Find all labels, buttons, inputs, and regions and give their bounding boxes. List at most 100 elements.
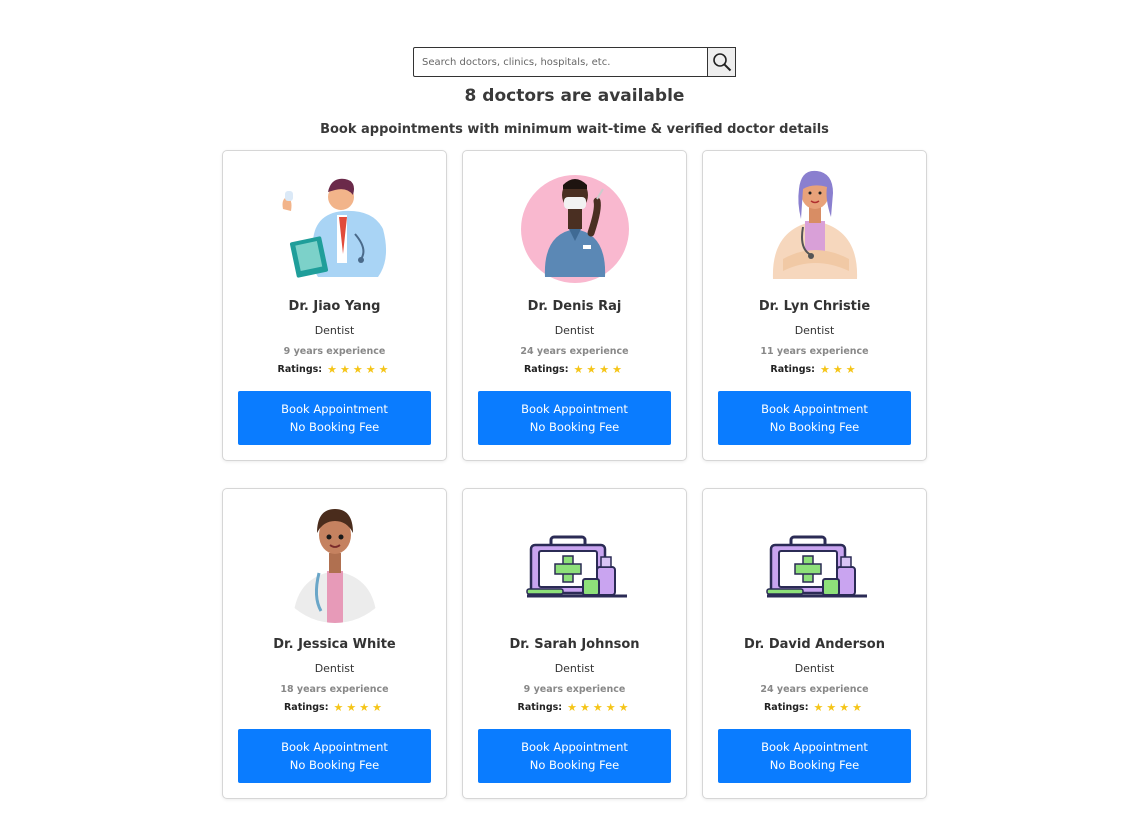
book-button-line2: No Booking Fee [289,758,380,772]
doctor-rating: Ratings: ★ ★ ★ ★ [463,364,686,375]
doctor-specialty: Dentist [314,324,355,337]
doctor-card: Dr. Lyn Christie Dentist 11 years experi… [702,150,927,461]
page: 8 doctors are available Book appointment… [0,0,1123,823]
rating-stars: ★ ★ ★ ★ ★ [327,364,391,375]
star-icon: ★ [826,701,837,714]
doctor-rating: Ratings: ★ ★ ★ ★ ★ [223,364,446,375]
star-icon: ★ [327,363,337,376]
book-appointment-button[interactable]: Book Appointment No Booking Fee [238,729,431,783]
doctor-specialty: Dentist [554,662,595,675]
doctor-illustration-icon [772,170,858,279]
doctor-avatar [513,497,638,625]
ratings-label: Ratings: [763,702,809,713]
star-icon: ★ [359,701,370,714]
book-button-line1: Book Appointment [521,740,628,754]
doctor-illustration-icon [293,509,377,623]
star-icon: ★ [346,701,357,714]
search-input[interactable] [413,47,708,77]
doctor-illustration-icon [282,178,387,278]
book-button-line1: Book Appointment [281,402,388,416]
search-button[interactable] [708,47,736,77]
doctor-experience: 9 years experience [523,684,626,695]
doctor-name: Dr. Jessica White [273,637,396,652]
star-icon: ★ [612,363,623,376]
star-icon: ★ [819,363,830,376]
book-appointment-button[interactable]: Book Appointment No Booking Fee [238,391,431,445]
doctor-rating: Ratings: ★ ★ ★ ★ [703,702,926,713]
book-button-line1: Book Appointment [281,740,388,754]
star-icon: ★ [813,701,824,714]
doctor-name: Dr. Lyn Christie [758,299,871,314]
ratings-label: Ratings: [517,702,563,713]
doctor-experience: 24 years experience [760,684,869,695]
rating-stars: ★ ★ ★ ★ [334,702,386,713]
book-button-line2: No Booking Fee [769,758,860,772]
star-icon: ★ [605,701,616,714]
star-icon: ★ [845,363,856,376]
star-icon: ★ [365,363,376,376]
star-icon: ★ [618,701,629,714]
doctor-specialty: Dentist [794,324,835,337]
doctor-experience: 11 years experience [760,346,869,357]
doctor-rating: Ratings: ★ ★ ★ ★ [223,702,446,713]
doctor-card: Dr. Denis Raj Dentist 24 years experienc… [462,150,687,461]
star-icon: ★ [378,363,389,376]
doctor-experience: 18 years experience [280,684,389,695]
book-appointment-button[interactable]: Book Appointment No Booking Fee [718,729,911,783]
star-icon: ★ [599,363,610,376]
rating-stars: ★ ★ ★ ★ [814,702,866,713]
doctor-card: Dr. Jessica White Dentist 18 years exper… [222,488,447,799]
doctor-rating: Ratings: ★ ★ ★ [703,364,926,375]
doctor-name: Dr. Denis Raj [527,299,622,314]
book-appointment-button[interactable]: Book Appointment No Booking Fee [478,391,671,445]
star-icon: ★ [352,363,363,376]
ratings-label: Ratings: [283,702,329,713]
ratings-label: Ratings: [523,364,569,375]
doctor-specialty: Dentist [314,662,355,675]
book-button-line2: No Booking Fee [289,420,380,434]
book-appointment-button[interactable]: Book Appointment No Booking Fee [478,729,671,783]
first-aid-kit-icon [526,535,627,598]
doctor-avatar [513,159,638,287]
doctor-avatar [753,159,878,287]
doctors-count-heading: 8 doctors are available [464,86,685,106]
doctor-specialty: Dentist [794,662,835,675]
page-subheading: Book appointments with minimum wait-time… [320,122,829,137]
doctor-avatar [273,497,398,625]
doctor-experience: 9 years experience [283,346,386,357]
search-icon [712,53,731,72]
star-icon: ★ [579,701,590,714]
doctor-name: Dr. David Anderson [744,637,885,652]
star-icon: ★ [832,363,843,376]
book-button-line2: No Booking Fee [529,420,620,434]
search-bar [413,47,736,77]
star-icon: ★ [592,701,603,714]
book-button-line2: No Booking Fee [769,420,860,434]
first-aid-kit-icon [766,535,867,598]
book-button-line1: Book Appointment [521,402,628,416]
star-icon: ★ [573,363,584,376]
book-appointment-button[interactable]: Book Appointment No Booking Fee [718,391,911,445]
star-icon: ★ [372,701,383,714]
rating-stars: ★ ★ ★ [820,364,859,375]
doctor-avatar [753,497,878,625]
ratings-label: Ratings: [277,364,323,375]
book-button-line2: No Booking Fee [529,758,620,772]
star-icon: ★ [839,701,850,714]
doctor-card: Dr. Jiao Yang Dentist 9 years experience… [222,150,447,461]
doctor-card: Dr. David Anderson Dentist 24 years expe… [702,488,927,799]
doctor-name: Dr. Sarah Johnson [509,637,640,652]
doctor-name: Dr. Jiao Yang [288,299,381,314]
doctor-rating: Ratings: ★ ★ ★ ★ ★ [463,702,686,713]
star-icon: ★ [567,701,577,714]
book-button-line1: Book Appointment [761,402,868,416]
doctor-illustration-icon [521,175,629,283]
star-icon: ★ [852,701,863,714]
doctor-card: Dr. Sarah Johnson Dentist 9 years experi… [462,488,687,799]
rating-stars: ★ ★ ★ ★ [574,364,626,375]
doctor-avatar [273,159,398,287]
star-icon: ★ [333,701,344,714]
star-icon: ★ [586,363,597,376]
doctor-specialty: Dentist [554,324,595,337]
rating-stars: ★ ★ ★ ★ ★ [567,702,631,713]
